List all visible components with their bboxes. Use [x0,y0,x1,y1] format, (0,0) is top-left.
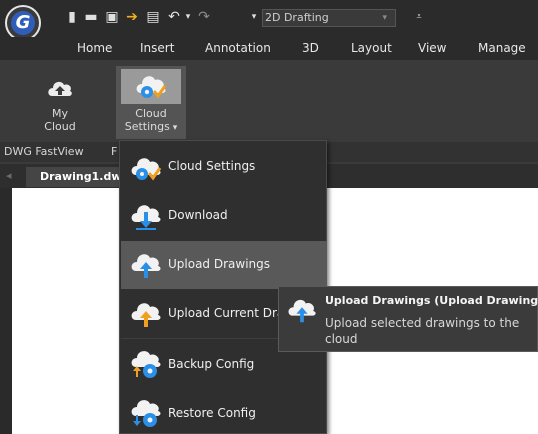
save-as-icon[interactable]: ➔ [123,9,141,25]
cloud-upload-icon [288,299,316,323]
redo-icon[interactable]: ↷ [197,9,211,25]
tab-annotation[interactable]: Annotation [205,41,271,55]
tab-home[interactable]: Home [77,41,112,55]
cloud-upload-icon [48,81,72,96]
menu-item-label: Backup Config [168,357,255,371]
new-file-icon[interactable]: ▮ [66,9,78,25]
menu-item-download[interactable]: Download [121,192,327,240]
workspace-select[interactable]: 2D Drafting ▾ [262,9,396,27]
restore-config-icon [131,400,161,427]
cloud-settings-button[interactable]: Cloud Settings ▾ [116,66,186,139]
open-folder-icon[interactable]: ▬ [83,9,99,25]
menu-item-restore-config[interactable]: Restore Config [121,390,327,434]
cloud-settings-label-line1: Cloud [135,107,167,120]
my-cloud-label-line1: My [51,107,68,120]
document-tab-drawing1[interactable]: Drawing1.dwg [26,167,126,187]
menu-item-label: Cloud Settings [168,159,256,173]
tab-layout[interactable]: Layout [351,41,392,55]
tab-view[interactable]: View [418,41,446,55]
canvas-border [0,188,12,434]
backup-config-icon [131,351,161,378]
panel-f: F [111,145,118,158]
tab-3d[interactable]: 3D [302,41,319,55]
menu-item-label: Upload Drawings [168,257,271,271]
tooltip-description: Upload selected drawings to the cloud [325,316,520,346]
customize-quick-access-icon[interactable]: ⩡ [414,9,424,25]
tab-scroll-left-icon[interactable]: ◂ [6,169,12,182]
chevron-down-icon: ▾ [169,123,178,133]
cloud-settings-icon [131,158,162,181]
menu-item-label: Restore Config [168,406,256,420]
tab-insert[interactable]: Insert [140,41,174,55]
undo-dropdown-icon[interactable]: ▾ [183,9,193,25]
app-logo[interactable]: G [5,5,41,41]
cloud-upload-current-icon [131,303,161,327]
undo-icon[interactable]: ↶ [167,9,181,25]
print-icon[interactable]: ▤ [145,9,161,25]
tab-manage[interactable]: Manage [478,41,526,55]
cloud-upload-icon [131,254,161,278]
menu-item-label: Download [168,208,228,222]
cloud-settings-label-line2: Settings [124,120,170,133]
tooltip: Upload Drawings (Upload Drawings) Upload… [278,286,538,352]
cloud-settings-icon [136,76,167,99]
workspace-value: 2D Drafting [265,11,329,24]
tooltip-title: Upload Drawings (Upload Drawings) [325,294,538,307]
my-cloud-button[interactable]: My Cloud [15,66,105,139]
redo-dropdown-icon[interactable]: ▾ [249,9,259,25]
my-cloud-label-line2: Cloud [44,120,76,133]
app-logo-letter: G [11,11,35,35]
menu-item-cloud-settings[interactable]: Cloud Settings [121,143,327,191]
chevron-down-icon: ▾ [382,13,387,23]
panel-dwg-fastview: DWG FastView [4,145,84,158]
cloud-download-icon [131,205,161,230]
menu-item-upload-drawings[interactable]: Upload Drawings [121,241,327,289]
ribbon-tabs: Home Insert Annotation 3D Layout View Ma… [0,37,538,60]
save-icon[interactable]: ▣ [104,9,120,25]
quick-access-bar: G ▮ ▬ ▣ ➔ ▤ ↶ ▾ ↷ ▾ 2D Drafting ▾ ⩡ [0,0,538,41]
